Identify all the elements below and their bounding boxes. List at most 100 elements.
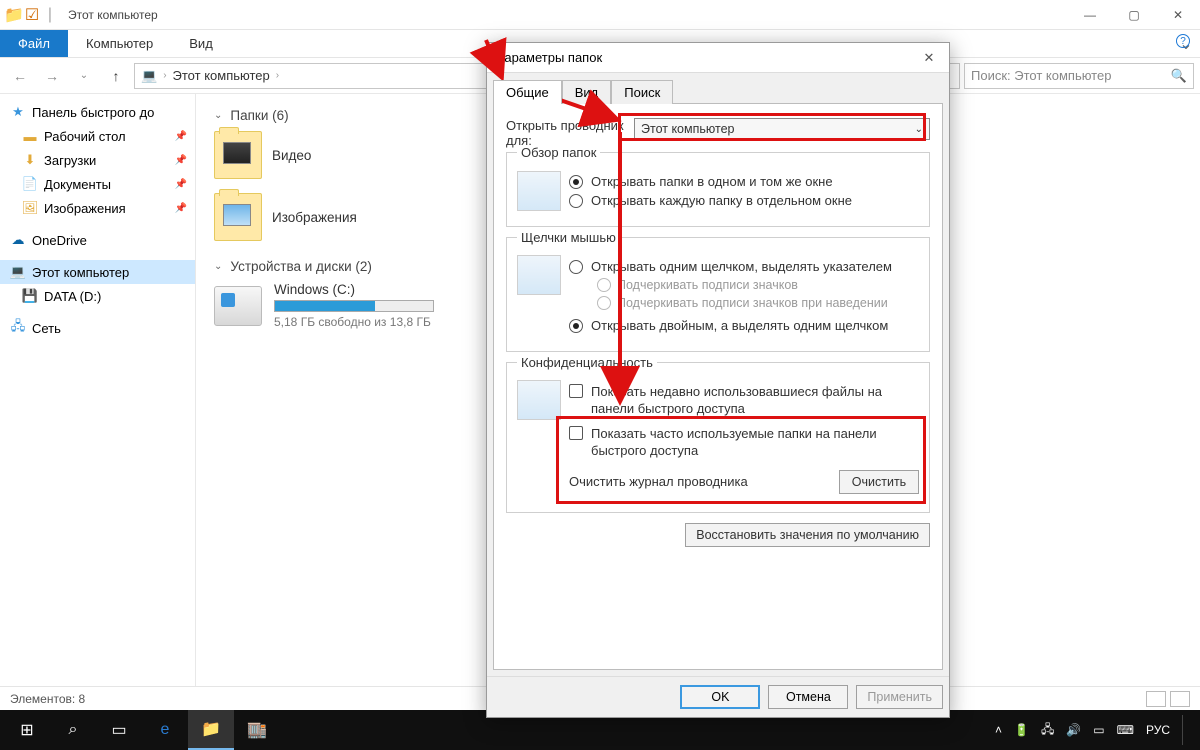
drive-free-space: 5,18 ГБ свободно из 13,8 ГБ — [274, 315, 434, 329]
click-items-group: Щелчки мышью Открывать одним щелчком, вы… — [506, 237, 930, 352]
maximize-button[interactable]: ▢ — [1112, 0, 1156, 30]
nav-history-button[interactable]: ⌄ — [70, 62, 98, 90]
apply-button: Применить — [856, 685, 943, 709]
search-button[interactable]: ⌕ — [50, 710, 96, 750]
quickaccess-check-icon[interactable]: ☑ — [24, 7, 40, 23]
privacy-group: Конфиденциальность Показать недавно испо… — [506, 362, 930, 513]
radio-same-window[interactable] — [569, 175, 583, 189]
radio-new-window[interactable] — [569, 194, 583, 208]
restore-defaults-button[interactable]: Восстановить значения по умолчанию — [685, 523, 930, 547]
radio-double-click[interactable] — [569, 319, 583, 333]
sidebar-documents[interactable]: 📄Документы📌 — [0, 172, 195, 196]
radio-underline-hover — [597, 296, 611, 310]
chevron-right-icon: › — [163, 70, 166, 81]
pin-icon: 📌 — [175, 131, 187, 142]
network-icon: 🖧 — [10, 320, 26, 336]
edge-button[interactable]: e — [142, 710, 188, 750]
radio-label: Открывать двойным, а выделять одним щелч… — [591, 318, 888, 333]
drive-c[interactable]: Windows (C:) 5,18 ГБ свободно из 13,8 ГБ — [214, 282, 514, 329]
onedrive-icon: ☁ — [10, 232, 26, 248]
drive-name: Windows (C:) — [274, 282, 434, 297]
radio-single-click[interactable] — [569, 260, 583, 274]
group-legend: Щелчки мышью — [517, 230, 620, 245]
nav-back-button[interactable]: ← — [6, 62, 34, 90]
breadcrumb-thispc[interactable]: Этот компьютер — [173, 68, 270, 83]
clear-button[interactable]: Очистить — [839, 470, 919, 494]
tab-search[interactable]: Поиск — [611, 80, 673, 104]
radio-underline-always — [597, 278, 611, 292]
action-center-icon[interactable]: ▭ — [1093, 723, 1104, 737]
pin-icon: 📌 — [175, 155, 187, 166]
window-title: Этот компьютер — [68, 8, 158, 22]
sidebar-data-drive[interactable]: 💾DATA (D:) — [0, 284, 195, 308]
explorer-button[interactable]: 📁 — [188, 710, 234, 750]
view-details-button[interactable] — [1146, 691, 1166, 707]
search-input[interactable]: Поиск: Этот компьютер 🔍 — [964, 63, 1194, 89]
tab-view[interactable]: Вид — [562, 80, 612, 104]
star-icon: ★ — [10, 104, 26, 120]
combo-value: Этот компьютер — [641, 122, 734, 136]
ribbon-file-tab[interactable]: Файл — [0, 30, 68, 57]
downloads-icon: ⬇ — [22, 152, 38, 168]
sidebar-thispc[interactable]: 💻 Этот компьютер — [0, 260, 195, 284]
checkbox-recent-files[interactable] — [569, 384, 583, 398]
open-explorer-for-combo[interactable]: Этот компьютер ⌄ — [634, 118, 930, 140]
help-icon[interactable]: ? — [1176, 34, 1190, 48]
battery-icon[interactable]: 🔋 — [1014, 723, 1029, 737]
group-legend: Обзор папок — [517, 145, 600, 160]
sidebar-item-label: DATA (D:) — [44, 289, 101, 304]
dialog-button-row: OK Отмена Применить — [487, 676, 949, 717]
quickaccess-sep: | — [42, 7, 58, 23]
nav-up-button[interactable]: ↑ — [102, 62, 130, 90]
status-item-count: Элементов: 8 — [10, 692, 85, 706]
show-desktop-button[interactable] — [1182, 715, 1188, 745]
radio-label: Открывать каждую папку в отдельном окне — [591, 193, 852, 208]
minimize-button[interactable]: — — [1068, 0, 1112, 30]
radio-label: Открывать одним щелчком, выделять указат… — [591, 259, 892, 274]
chevron-down-icon: ⌄ — [214, 261, 222, 272]
language-indicator[interactable]: РУС — [1146, 723, 1170, 737]
system-tray: ˄ 🔋 🖧 🔊 ▭ ⌨ РУС — [995, 715, 1196, 745]
documents-icon: 📄 — [22, 176, 38, 192]
ribbon-computer-tab[interactable]: Компьютер — [68, 30, 171, 57]
sidebar-onedrive[interactable]: ☁OneDrive — [0, 228, 195, 252]
sidebar-network[interactable]: 🖧Сеть — [0, 316, 195, 340]
folder-images[interactable]: Изображения — [214, 193, 454, 241]
close-button[interactable]: ✕ — [1156, 0, 1200, 30]
group-legend: Конфиденциальность — [517, 355, 657, 370]
network-tray-icon[interactable]: 🖧 — [1041, 720, 1054, 741]
chevron-down-icon: ⌄ — [214, 110, 222, 121]
volume-icon[interactable]: 🔊 — [1066, 723, 1081, 737]
taskview-button[interactable]: ▭ — [96, 710, 142, 750]
nav-forward-button: → — [38, 62, 66, 90]
dialog-titlebar: Параметры папок ✕ — [487, 43, 949, 73]
dialog-tabs: Общие Вид Поиск — [487, 73, 949, 103]
view-large-icons-button[interactable] — [1170, 691, 1190, 707]
pictures-icon: 🖼 — [22, 200, 38, 216]
radio-label: Подчеркивать подписи значков при наведен… — [617, 296, 888, 310]
folder-icon — [214, 193, 262, 241]
checkbox-label: Показать часто используемые папки на пан… — [591, 426, 919, 460]
sidebar-pictures[interactable]: 🖼Изображения📌 — [0, 196, 195, 220]
sidebar-desktop[interactable]: ▬Рабочий стол📌 — [0, 124, 195, 148]
folder-label: Видео — [272, 148, 311, 163]
keyboard-icon[interactable]: ⌨ — [1117, 723, 1134, 737]
tray-up-icon[interactable]: ˄ — [995, 723, 1002, 737]
sidebar-quickaccess[interactable]: ★Панель быстрого до — [0, 100, 195, 124]
sidebar-downloads[interactable]: ⬇Загрузки📌 — [0, 148, 195, 172]
sidebar-item-label: Документы — [44, 177, 111, 192]
tab-general[interactable]: Общие — [493, 80, 562, 104]
ribbon-view-tab[interactable]: Вид — [171, 30, 231, 57]
store-button[interactable]: 🏬 — [234, 710, 280, 750]
cancel-button[interactable]: Отмена — [768, 685, 848, 709]
radio-label: Подчеркивать подписи значков — [617, 278, 798, 292]
checkbox-frequent-folders[interactable] — [569, 426, 583, 440]
start-button[interactable]: ⊞ — [4, 710, 50, 750]
dialog-close-button[interactable]: ✕ — [917, 46, 941, 70]
privacy-icon — [517, 380, 561, 420]
ok-button[interactable]: OK — [680, 685, 760, 709]
click-preview-icon — [517, 255, 561, 295]
computer-icon: 💻 — [10, 264, 26, 280]
sidebar-item-label: Этот компьютер — [32, 265, 129, 280]
folder-video[interactable]: Видео — [214, 131, 454, 179]
